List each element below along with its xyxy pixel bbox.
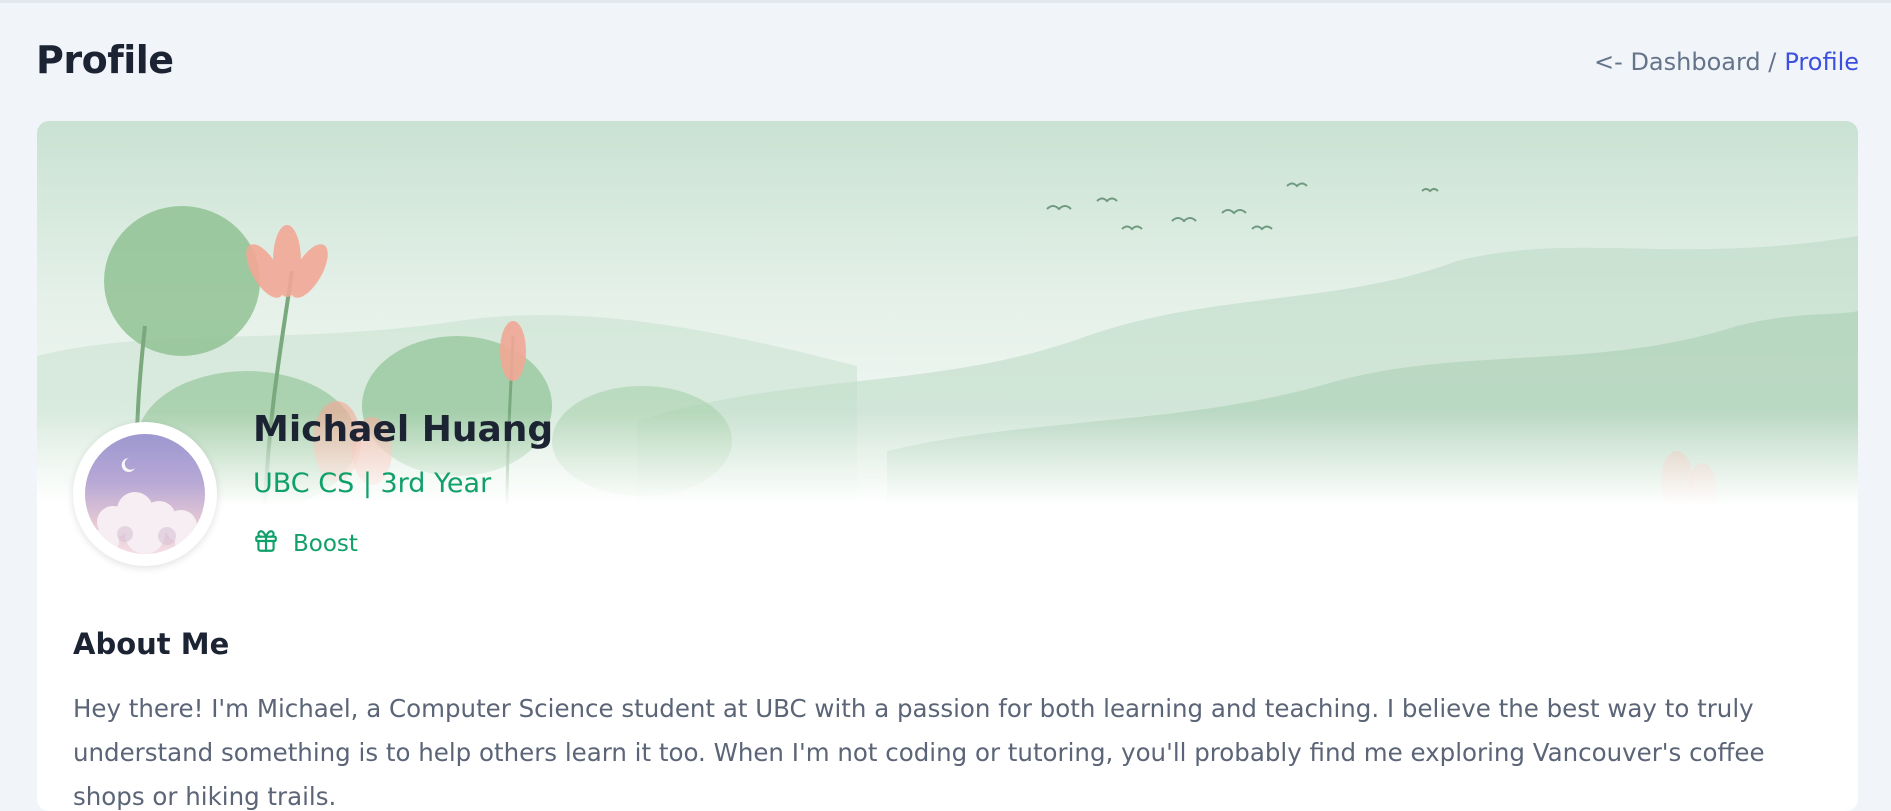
avatar-image <box>85 434 205 554</box>
cloud-illustration <box>91 457 203 554</box>
gift-icon <box>253 528 293 560</box>
header-divider <box>0 0 1891 3</box>
boost-label: Boost <box>293 531 358 557</box>
about-text: Hey there! I'm Michael, a Computer Scien… <box>73 694 1765 811</box>
boost-button[interactable]: Boost <box>253 528 358 560</box>
breadcrumb-current: Profile <box>1784 48 1859 76</box>
avatar[interactable] <box>73 422 217 566</box>
user-name: Michael Huang <box>253 409 554 450</box>
breadcrumb: <- Dashboard / Profile <box>1594 48 1859 76</box>
page-title: Profile <box>36 38 174 82</box>
user-program: UBC CS | 3rd Year <box>253 468 492 499</box>
profile-card: Michael Huang UBC CS | 3rd Year Boost Ab… <box>37 121 1858 811</box>
breadcrumb-dashboard-link[interactable]: <- Dashboard / <box>1594 48 1776 76</box>
about-heading: About Me <box>73 627 230 661</box>
